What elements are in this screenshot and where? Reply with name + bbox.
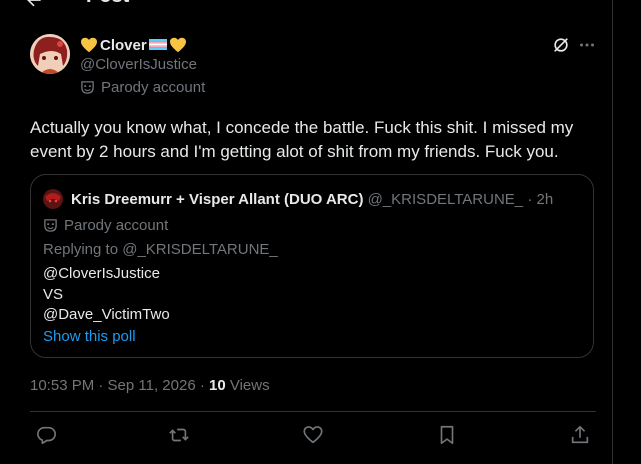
like-icon[interactable] bbox=[302, 424, 324, 446]
quote-replying-to: Replying to @_KRISDELTARUNE_ bbox=[43, 241, 278, 258]
quote-body: @CloverIsJustice VS @Dave_VictimTwo bbox=[43, 264, 170, 326]
timestamp[interactable]: 10:53 PM · Sep 11, 2026 · bbox=[30, 377, 209, 394]
yellow-heart-icon bbox=[80, 37, 98, 53]
action-bar bbox=[0, 424, 612, 450]
grok-icon[interactable] bbox=[552, 36, 570, 54]
top-bar: Post bbox=[0, 0, 612, 14]
page-title: Post bbox=[86, 0, 129, 8]
repost-icon[interactable] bbox=[168, 424, 190, 446]
tweet-meta: 10:53 PM · Sep 11, 2026 · 10 Views bbox=[30, 377, 270, 394]
views-label: Views bbox=[225, 377, 270, 394]
quote-parody-label: Parody account bbox=[64, 217, 169, 234]
yellow-heart-icon bbox=[169, 37, 187, 53]
back-arrow-icon[interactable] bbox=[24, 0, 44, 10]
views-count: 10 bbox=[209, 377, 226, 394]
quote-body-line: VS bbox=[43, 285, 64, 303]
quote-parody-badge: Parody account bbox=[43, 217, 168, 234]
reply-icon[interactable] bbox=[35, 424, 57, 446]
parody-badge: Parody account bbox=[80, 79, 205, 96]
quote-body-line: @Dave_VictimTwo bbox=[43, 306, 170, 323]
parody-label: Parody account bbox=[101, 79, 206, 96]
parody-mask-icon bbox=[44, 219, 57, 232]
parody-mask-icon bbox=[81, 81, 94, 94]
quote-body-line: @CloverIsJustice bbox=[43, 265, 160, 282]
share-icon[interactable] bbox=[569, 424, 591, 446]
post-detail-column: Post Clover @C bbox=[0, 0, 613, 464]
more-icon[interactable] bbox=[579, 40, 595, 50]
author-handle[interactable]: @CloverIsJustice bbox=[80, 56, 197, 73]
quote-display-name[interactable]: Kris Dreemurr + Visper Allant (DUO ARC) bbox=[71, 191, 363, 208]
show-poll-link[interactable]: Show this poll bbox=[43, 328, 136, 345]
quote-handle-time[interactable]: @_KRISDELTARUNE_ · 2h bbox=[368, 191, 554, 208]
bookmark-icon[interactable] bbox=[436, 424, 458, 446]
tweet-text: Actually you know what, I concede the ba… bbox=[30, 118, 574, 161]
display-name: Clover bbox=[100, 36, 147, 54]
divider bbox=[30, 411, 596, 412]
quote-avatar[interactable] bbox=[43, 189, 63, 209]
quote-header: Kris Dreemurr + Visper Allant (DUO ARC) … bbox=[71, 191, 553, 208]
quoted-tweet[interactable]: Kris Dreemurr + Visper Allant (DUO ARC) … bbox=[30, 174, 594, 358]
author-name-row[interactable]: Clover bbox=[80, 36, 187, 54]
transgender-flag-icon bbox=[148, 36, 167, 54]
avatar[interactable] bbox=[30, 34, 70, 74]
